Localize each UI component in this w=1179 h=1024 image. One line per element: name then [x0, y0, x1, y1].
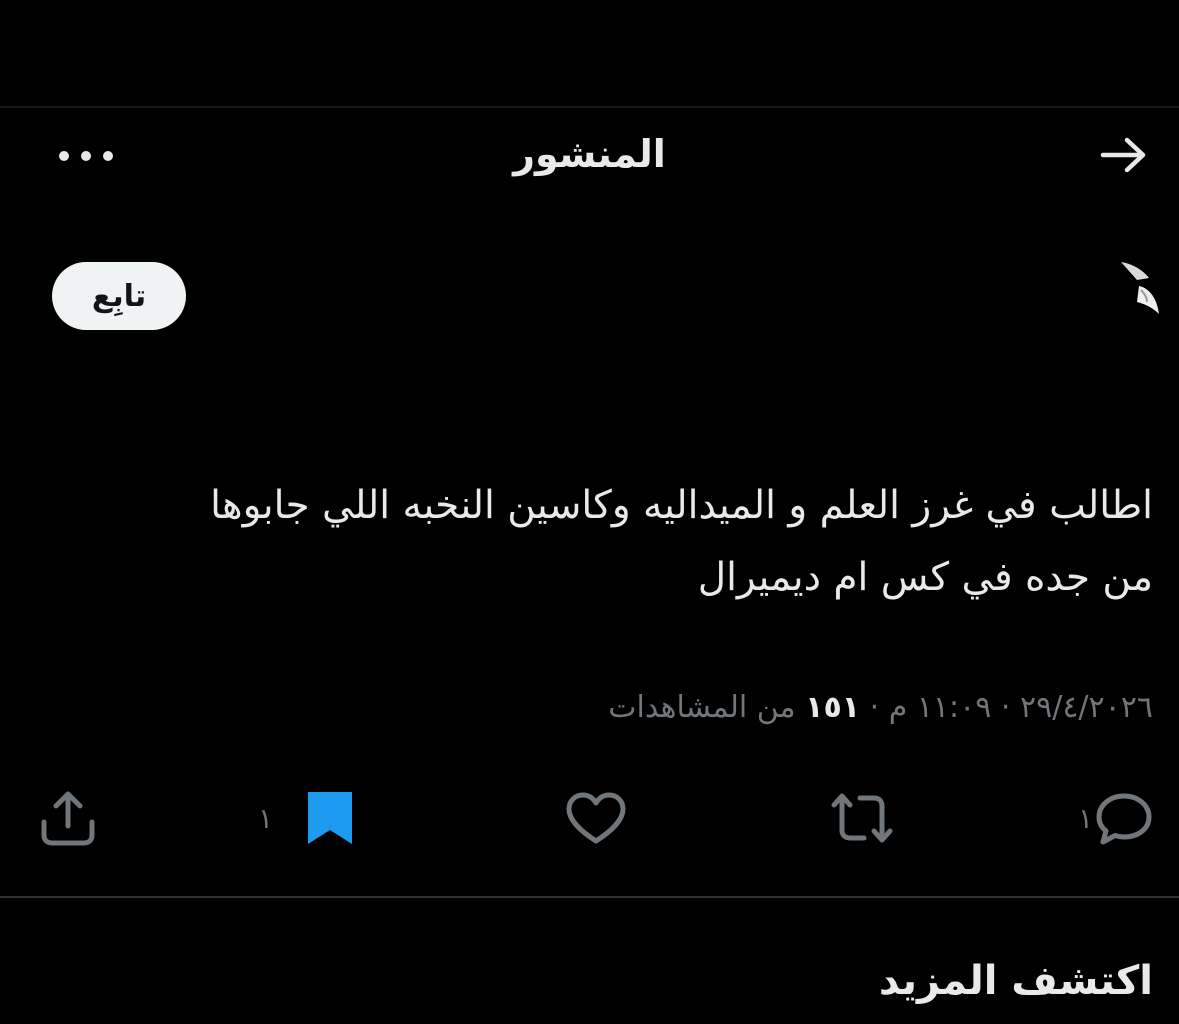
more-options-button[interactable] [40, 134, 130, 178]
avatar-icon [1121, 262, 1159, 314]
views-count: ١٥١ [805, 690, 861, 725]
discover-more-heading: اكتشف المزيد [878, 958, 1153, 1004]
post-text-line: من جده في كس ام ديميرال [697, 555, 1153, 600]
bookmark-icon [308, 792, 353, 844]
repost-button[interactable] [830, 780, 894, 856]
bookmark-button[interactable]: ١ [258, 780, 357, 856]
repost-icon [831, 793, 893, 843]
section-divider [0, 896, 1179, 898]
bookmark-count: ١ [258, 801, 274, 835]
post-text-line: اطالب في غرز العلم و الميداليه وكاسين ال… [210, 483, 1153, 528]
reply-icon [1096, 793, 1152, 845]
share-button[interactable] [38, 780, 98, 856]
action-bar: ١ ١ [0, 780, 1179, 856]
post-text: اطالب في غرز العلم و الميداليه وكاسين ال… [23, 470, 1153, 614]
avatar[interactable] [1115, 256, 1163, 320]
page-title: المنشور [513, 132, 666, 176]
post-meta: ٢٩/٤/٢٠٢٦ · ١١:٠٩ م · ١٥١ من المشاهدات [608, 690, 1153, 725]
share-icon [41, 791, 95, 846]
reply-button[interactable]: ١ [1052, 780, 1155, 856]
post-header: المنشور [0, 108, 1179, 200]
post-timestamp[interactable]: ٢٩/٤/٢٠٢٦ · ١١:٠٩ م · [860, 690, 1153, 725]
reply-count: ١ [1077, 801, 1093, 835]
follow-button[interactable]: تابِع [52, 262, 186, 330]
like-button[interactable] [564, 780, 628, 856]
more-options-icon [59, 151, 113, 161]
views-label: من المشاهدات [608, 690, 806, 725]
heart-icon [566, 792, 626, 844]
